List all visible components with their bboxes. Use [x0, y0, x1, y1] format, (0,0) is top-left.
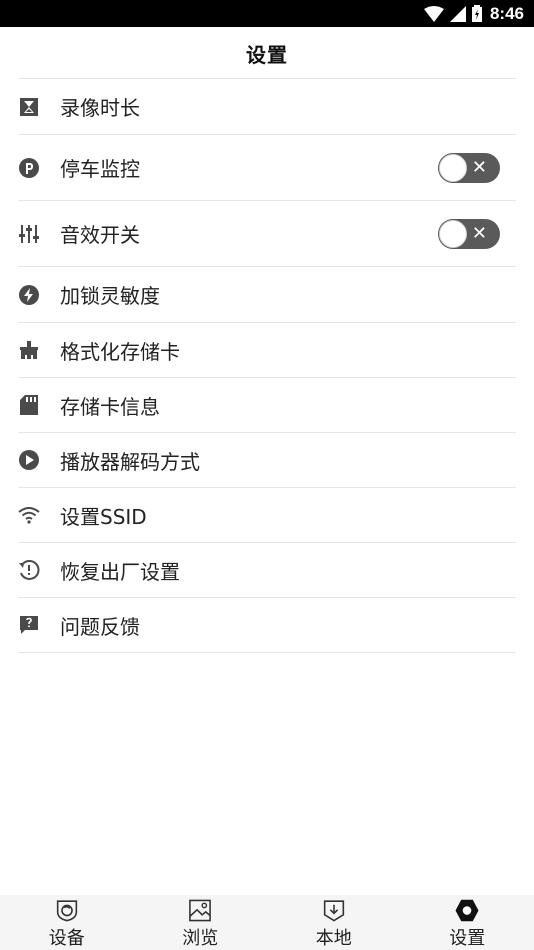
setting-label: 音效开关 [60, 223, 140, 247]
bottom-tab-bar: 设备 浏览 本地 设置 [0, 895, 534, 950]
setting-sd-card-info[interactable]: 存储卡信息 [18, 378, 516, 433]
eraser-icon [18, 339, 40, 361]
device-icon [56, 900, 77, 922]
wifi-icon [18, 504, 40, 526]
setting-label: 恢复出厂设置 [60, 559, 180, 584]
setting-player-decoding[interactable]: 播放器解码方式 [18, 433, 516, 488]
play-circle-icon [18, 449, 40, 471]
setting-recording-duration[interactable]: 录像时长 [18, 79, 516, 135]
setting-label: 格式化存储卡 [60, 339, 180, 364]
page-title: 设置 [246, 42, 288, 67]
setting-label: 录像时长 [60, 96, 140, 120]
tab-label: 设置 [449, 928, 486, 949]
tab-label: 本地 [315, 928, 352, 949]
toggle-off-icon: ✕ [471, 222, 487, 244]
cell-signal-icon [449, 5, 466, 22]
setting-parking-monitor[interactable]: 停车监控 ✕ [18, 135, 516, 201]
setting-factory-reset[interactable]: 恢复出厂设置 [18, 543, 516, 598]
setting-label: 存储卡信息 [60, 394, 160, 419]
setting-label: 停车监控 [60, 157, 140, 181]
setting-sound-effects[interactable]: 音效开关 ✕ [18, 201, 516, 267]
battery-icon [471, 5, 482, 22]
download-icon [323, 900, 344, 922]
equalizer-icon [18, 223, 40, 245]
status-bar: 8:46 [0, 0, 534, 27]
header: 设置 [0, 27, 534, 79]
setting-format-sd-card[interactable]: 格式化存储卡 [18, 323, 516, 378]
wifi-signal-icon [423, 5, 444, 22]
tab-label: 浏览 [182, 928, 219, 949]
sound-effects-toggle[interactable]: ✕ [438, 218, 500, 249]
tab-label: 设备 [48, 928, 85, 949]
gallery-icon [189, 899, 212, 922]
setting-ssid[interactable]: 设置SSID [18, 488, 516, 543]
parking-icon [18, 157, 40, 179]
settings-hexagon-icon [455, 899, 479, 922]
setting-lock-sensitivity[interactable]: 加锁灵敏度 [18, 267, 516, 323]
restore-icon [18, 559, 40, 581]
tab-settings[interactable]: 设置 [401, 895, 534, 950]
tab-device[interactable]: 设备 [0, 895, 134, 950]
setting-label: 设置SSID [60, 504, 147, 529]
setting-feedback[interactable]: 问题反馈 [18, 598, 516, 653]
parking-monitor-toggle[interactable]: ✕ [438, 152, 500, 183]
sd-card-icon [18, 394, 40, 416]
setting-label: 加锁灵敏度 [60, 284, 160, 308]
setting-label: 问题反馈 [60, 614, 140, 639]
hourglass-icon [18, 96, 40, 118]
tab-local[interactable]: 本地 [267, 895, 401, 950]
feedback-icon [18, 614, 40, 636]
settings-list: 录像时长 停车监控 ✕ 音效开关 ✕ 加锁灵敏度 格式化存储卡 存储卡信息 播放… [18, 78, 516, 653]
toggle-knob [439, 219, 467, 248]
lightning-icon [18, 284, 40, 306]
setting-label: 播放器解码方式 [60, 449, 200, 474]
toggle-knob [439, 153, 467, 182]
tab-browse[interactable]: 浏览 [134, 895, 268, 950]
status-time: 8:46 [489, 3, 524, 23]
toggle-off-icon: ✕ [471, 156, 487, 178]
